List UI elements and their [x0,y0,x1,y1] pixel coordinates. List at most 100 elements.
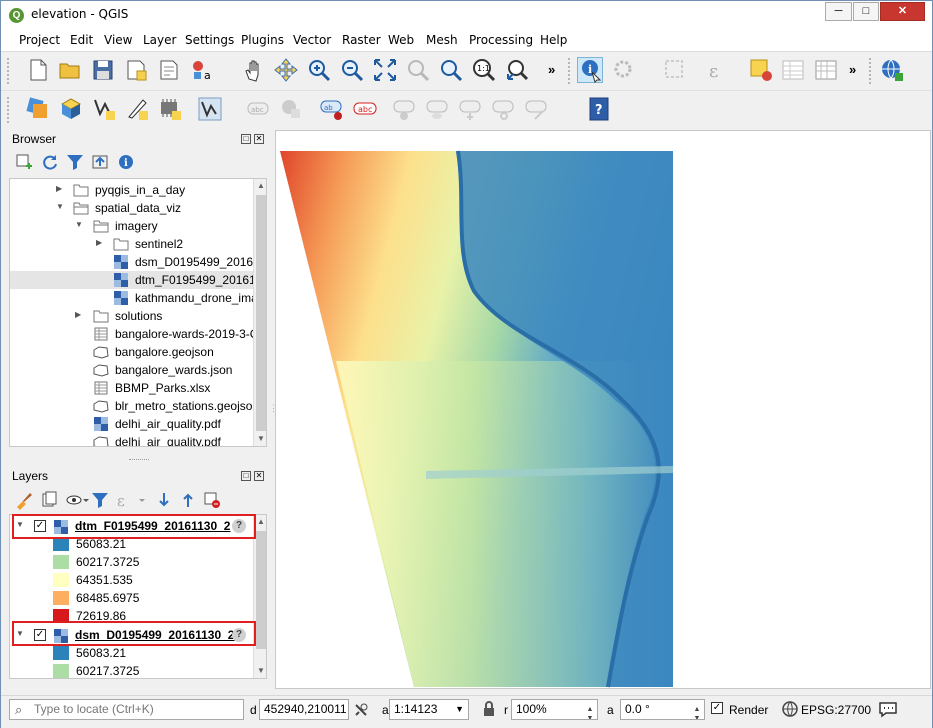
tree-item-bangalore-geojson[interactable]: bangalore.geojson [10,343,254,361]
new-shapefile-layer-icon[interactable] [91,96,117,122]
vertex-tool-icon[interactable] [197,96,223,122]
menu-mesh[interactable]: Mesh [426,33,458,47]
tree-item-bangalore-wards-csv[interactable]: bangalore-wards-2019-3-C [10,325,258,343]
tree-item-bbmp-parks[interactable]: BBMP_Parks.xlsx [10,379,254,397]
layout-manager-icon[interactable] [156,57,182,83]
digitize-pen-icon[interactable] [124,96,150,122]
pan-to-selection-icon[interactable] [273,57,299,83]
layers-scrollbar[interactable]: ▲ ▼ [253,515,266,678]
spin-down-icon[interactable]: ▼ [691,709,703,719]
coordinate-field[interactable]: 452940,210011 [259,699,349,720]
menu-settings[interactable]: Settings [185,33,234,47]
menu-plugins[interactable]: Plugins [241,33,284,47]
pan-map-icon[interactable] [241,57,267,83]
tree-item-spatial-data-viz[interactable]: ▼ spatial_data_viz [10,199,254,217]
toolbar-overflow-button[interactable]: » [548,62,555,77]
run-action-icon[interactable] [611,57,637,83]
layer-styling-icon[interactable] [14,490,34,510]
zoom-out-icon[interactable] [339,57,365,83]
scroll-down-arrow-icon[interactable]: ▼ [256,434,266,444]
manage-visibility-icon[interactable] [65,490,91,510]
deselect-all-icon[interactable] [748,57,774,83]
menu-processing[interactable]: Processing [469,33,533,47]
toolbar-grip[interactable] [869,58,873,84]
browser-scrollbar[interactable]: ▲ ▼ [253,179,266,446]
menu-vector[interactable]: Vector [293,33,331,47]
scroll-up-arrow-icon[interactable]: ▲ [256,517,266,527]
identify-features-icon[interactable]: i [577,57,603,83]
scale-combobox[interactable]: 1:14123 ▼ [389,699,469,720]
menu-view[interactable]: View [104,33,132,47]
close-panel-icon[interactable]: ✕ [254,471,264,481]
lock-scale-icon[interactable] [480,700,498,718]
collapse-arrow-icon[interactable]: ▼ [56,202,66,214]
menu-raster[interactable]: Raster [342,33,381,47]
render-checkbox[interactable]: ✓ [711,702,723,714]
show-hide-label-icon[interactable] [424,96,450,122]
expand-arrow-icon[interactable]: ▶ [56,184,66,196]
crs-label[interactable]: EPSG:27700 [801,703,871,717]
elevation-raster-render[interactable] [276,131,932,690]
magnifier-spinbox[interactable]: 100% ▲ ▼ [511,699,598,720]
dock-splitter-handle[interactable]: ⋮ [269,403,278,414]
tree-item-sentinel2[interactable]: ▶ sentinel2 [10,235,254,253]
zoom-to-layer-icon[interactable] [438,57,464,83]
label-tool-icon[interactable]: abc [245,96,271,122]
crs-globe-icon[interactable] [781,700,799,718]
menu-edit[interactable]: Edit [70,33,93,47]
zoom-in-icon[interactable] [306,57,332,83]
new-geopackage-layer-icon[interactable] [58,96,84,122]
collapse-all-layers-icon[interactable] [178,490,198,510]
filter-by-expression-icon[interactable]: ε [115,490,149,510]
properties-info-icon[interactable]: i [116,152,136,172]
zoom-to-selection-icon[interactable] [405,57,431,83]
spin-down-icon[interactable]: ▼ [584,709,596,719]
diagram-tool-icon[interactable] [278,96,304,122]
help-contents-icon[interactable]: ? [586,96,612,122]
refresh-icon[interactable] [40,152,60,172]
rotation-spinbox[interactable]: 0.0 ° ▲ ▼ [620,699,705,720]
rotate-label-icon[interactable] [490,96,516,122]
scroll-down-arrow-icon[interactable]: ▼ [256,666,266,676]
toolbar-overflow-button-2[interactable]: » [849,62,856,77]
dropdown-arrow-icon[interactable]: ▼ [455,700,464,719]
expand-all-icon[interactable] [154,490,174,510]
menu-help[interactable]: Help [540,33,567,47]
float-panel-icon[interactable]: □ [241,471,251,481]
collapse-arrow-icon[interactable]: ▼ [75,220,85,232]
add-selected-layers-icon[interactable] [14,152,34,172]
menu-project[interactable]: Project [19,33,60,47]
tree-item-imagery[interactable]: ▼ imagery [10,217,254,235]
scroll-up-arrow-icon[interactable]: ▲ [256,181,266,191]
collapse-all-icon[interactable] [90,152,110,172]
pin-label-icon[interactable] [391,96,417,122]
menu-web[interactable]: Web [388,33,414,47]
attribute-table-icon[interactable] [780,57,806,83]
panel-splitter[interactable] [129,459,149,461]
new-virtual-layer-icon[interactable] [157,96,183,122]
tree-item-delhi-air-quality-vector[interactable]: delhi_air_quality.pdf [10,433,254,446]
locator-search-input[interactable]: ⌕ Type to locate (Ctrl+K) [9,699,244,720]
save-project-icon[interactable] [90,57,116,83]
tree-item-pyqgis[interactable]: ▶ pyqgis_in_a_day [10,181,254,199]
expand-arrow-icon[interactable]: ▶ [75,310,85,322]
toolbar-grip[interactable] [7,58,11,84]
add-wms-layer-icon[interactable] [879,57,905,83]
toggle-label-display-icon[interactable]: abc [352,96,378,122]
filter-legend-icon[interactable] [90,490,110,510]
select-features-icon[interactable] [662,57,688,83]
tree-item-bangalore-wards-json[interactable]: bangalore_wards.json [10,361,254,379]
data-source-manager-icon[interactable] [25,96,51,122]
field-calculator-icon[interactable] [813,57,839,83]
minimize-button[interactable]: ─ [825,2,852,21]
add-group-icon[interactable] [39,490,59,510]
maximize-button[interactable]: □ [853,2,879,21]
tree-item-kathmandu[interactable]: kathmandu_drone_ima [10,289,258,307]
close-panel-icon[interactable]: ✕ [254,134,264,144]
map-canvas[interactable] [275,130,931,689]
tree-item-dtm[interactable]: dtm_F0195499_2016113 [10,271,266,289]
zoom-last-icon[interactable] [504,57,530,83]
toolbar-grip[interactable] [7,97,11,123]
filter-icon[interactable] [65,152,85,172]
browser-tree[interactable]: ▶ pyqgis_in_a_day ▼ spatial_data_viz ▼ i… [9,178,267,447]
